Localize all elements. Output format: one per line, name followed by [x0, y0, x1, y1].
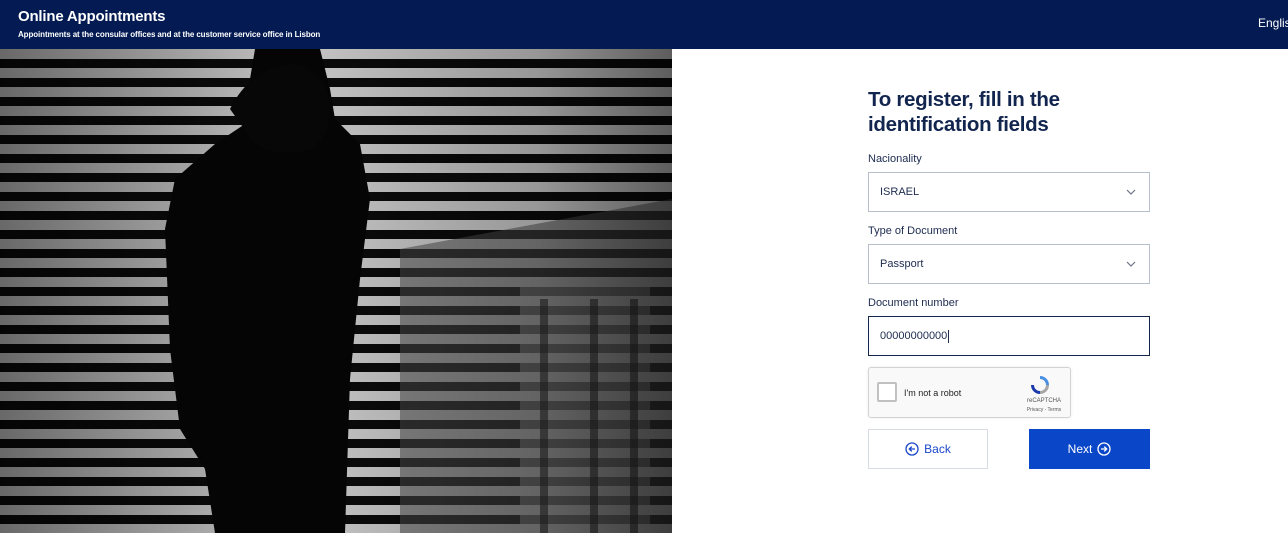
- language-selector[interactable]: English: [1258, 16, 1288, 30]
- app-title: Online Appointments: [18, 8, 166, 25]
- recaptcha-logo-icon: [1031, 376, 1049, 394]
- next-button-label: Next: [1067, 442, 1093, 456]
- document-type-select[interactable]: Passport: [868, 244, 1150, 284]
- chevron-down-icon: [1126, 261, 1136, 267]
- arrow-right-circle-icon: [1097, 442, 1111, 456]
- arrow-left-circle-icon: [905, 442, 919, 456]
- recaptcha-terms-link[interactable]: Privacy - Terms: [1019, 407, 1069, 413]
- nationality-select[interactable]: ISRAEL: [868, 172, 1150, 212]
- recaptcha-widget: I'm not a robot reCAPTCHA Privacy - Term…: [868, 367, 1071, 418]
- next-button[interactable]: Next: [1029, 429, 1150, 469]
- back-button-label: Back: [924, 442, 951, 456]
- recaptcha-label: I'm not a robot: [904, 388, 962, 398]
- back-button[interactable]: Back: [868, 429, 988, 469]
- document-number-input[interactable]: 00000000000: [868, 316, 1150, 356]
- hero-photo: [0, 49, 672, 533]
- top-header: Online Appointments Appointments at the …: [0, 0, 1288, 49]
- recaptcha-checkbox[interactable]: [877, 382, 897, 402]
- app-subtitle: Appointments at the consular offices and…: [18, 30, 321, 39]
- nationality-value: ISRAEL: [880, 186, 920, 198]
- document-number-label: Document number: [868, 297, 959, 309]
- document-type-label: Type of Document: [868, 225, 958, 237]
- form-heading: To register, fill in the identification …: [868, 88, 1060, 136]
- document-number-value: 00000000000: [880, 330, 948, 342]
- nationality-label: Nacionality: [868, 153, 922, 165]
- hero-photo-illustration: [0, 49, 672, 533]
- chevron-down-icon: [1126, 189, 1136, 195]
- text-cursor: [948, 329, 950, 343]
- recaptcha-brand: reCAPTCHA: [1026, 398, 1061, 404]
- document-type-value: Passport: [880, 258, 924, 270]
